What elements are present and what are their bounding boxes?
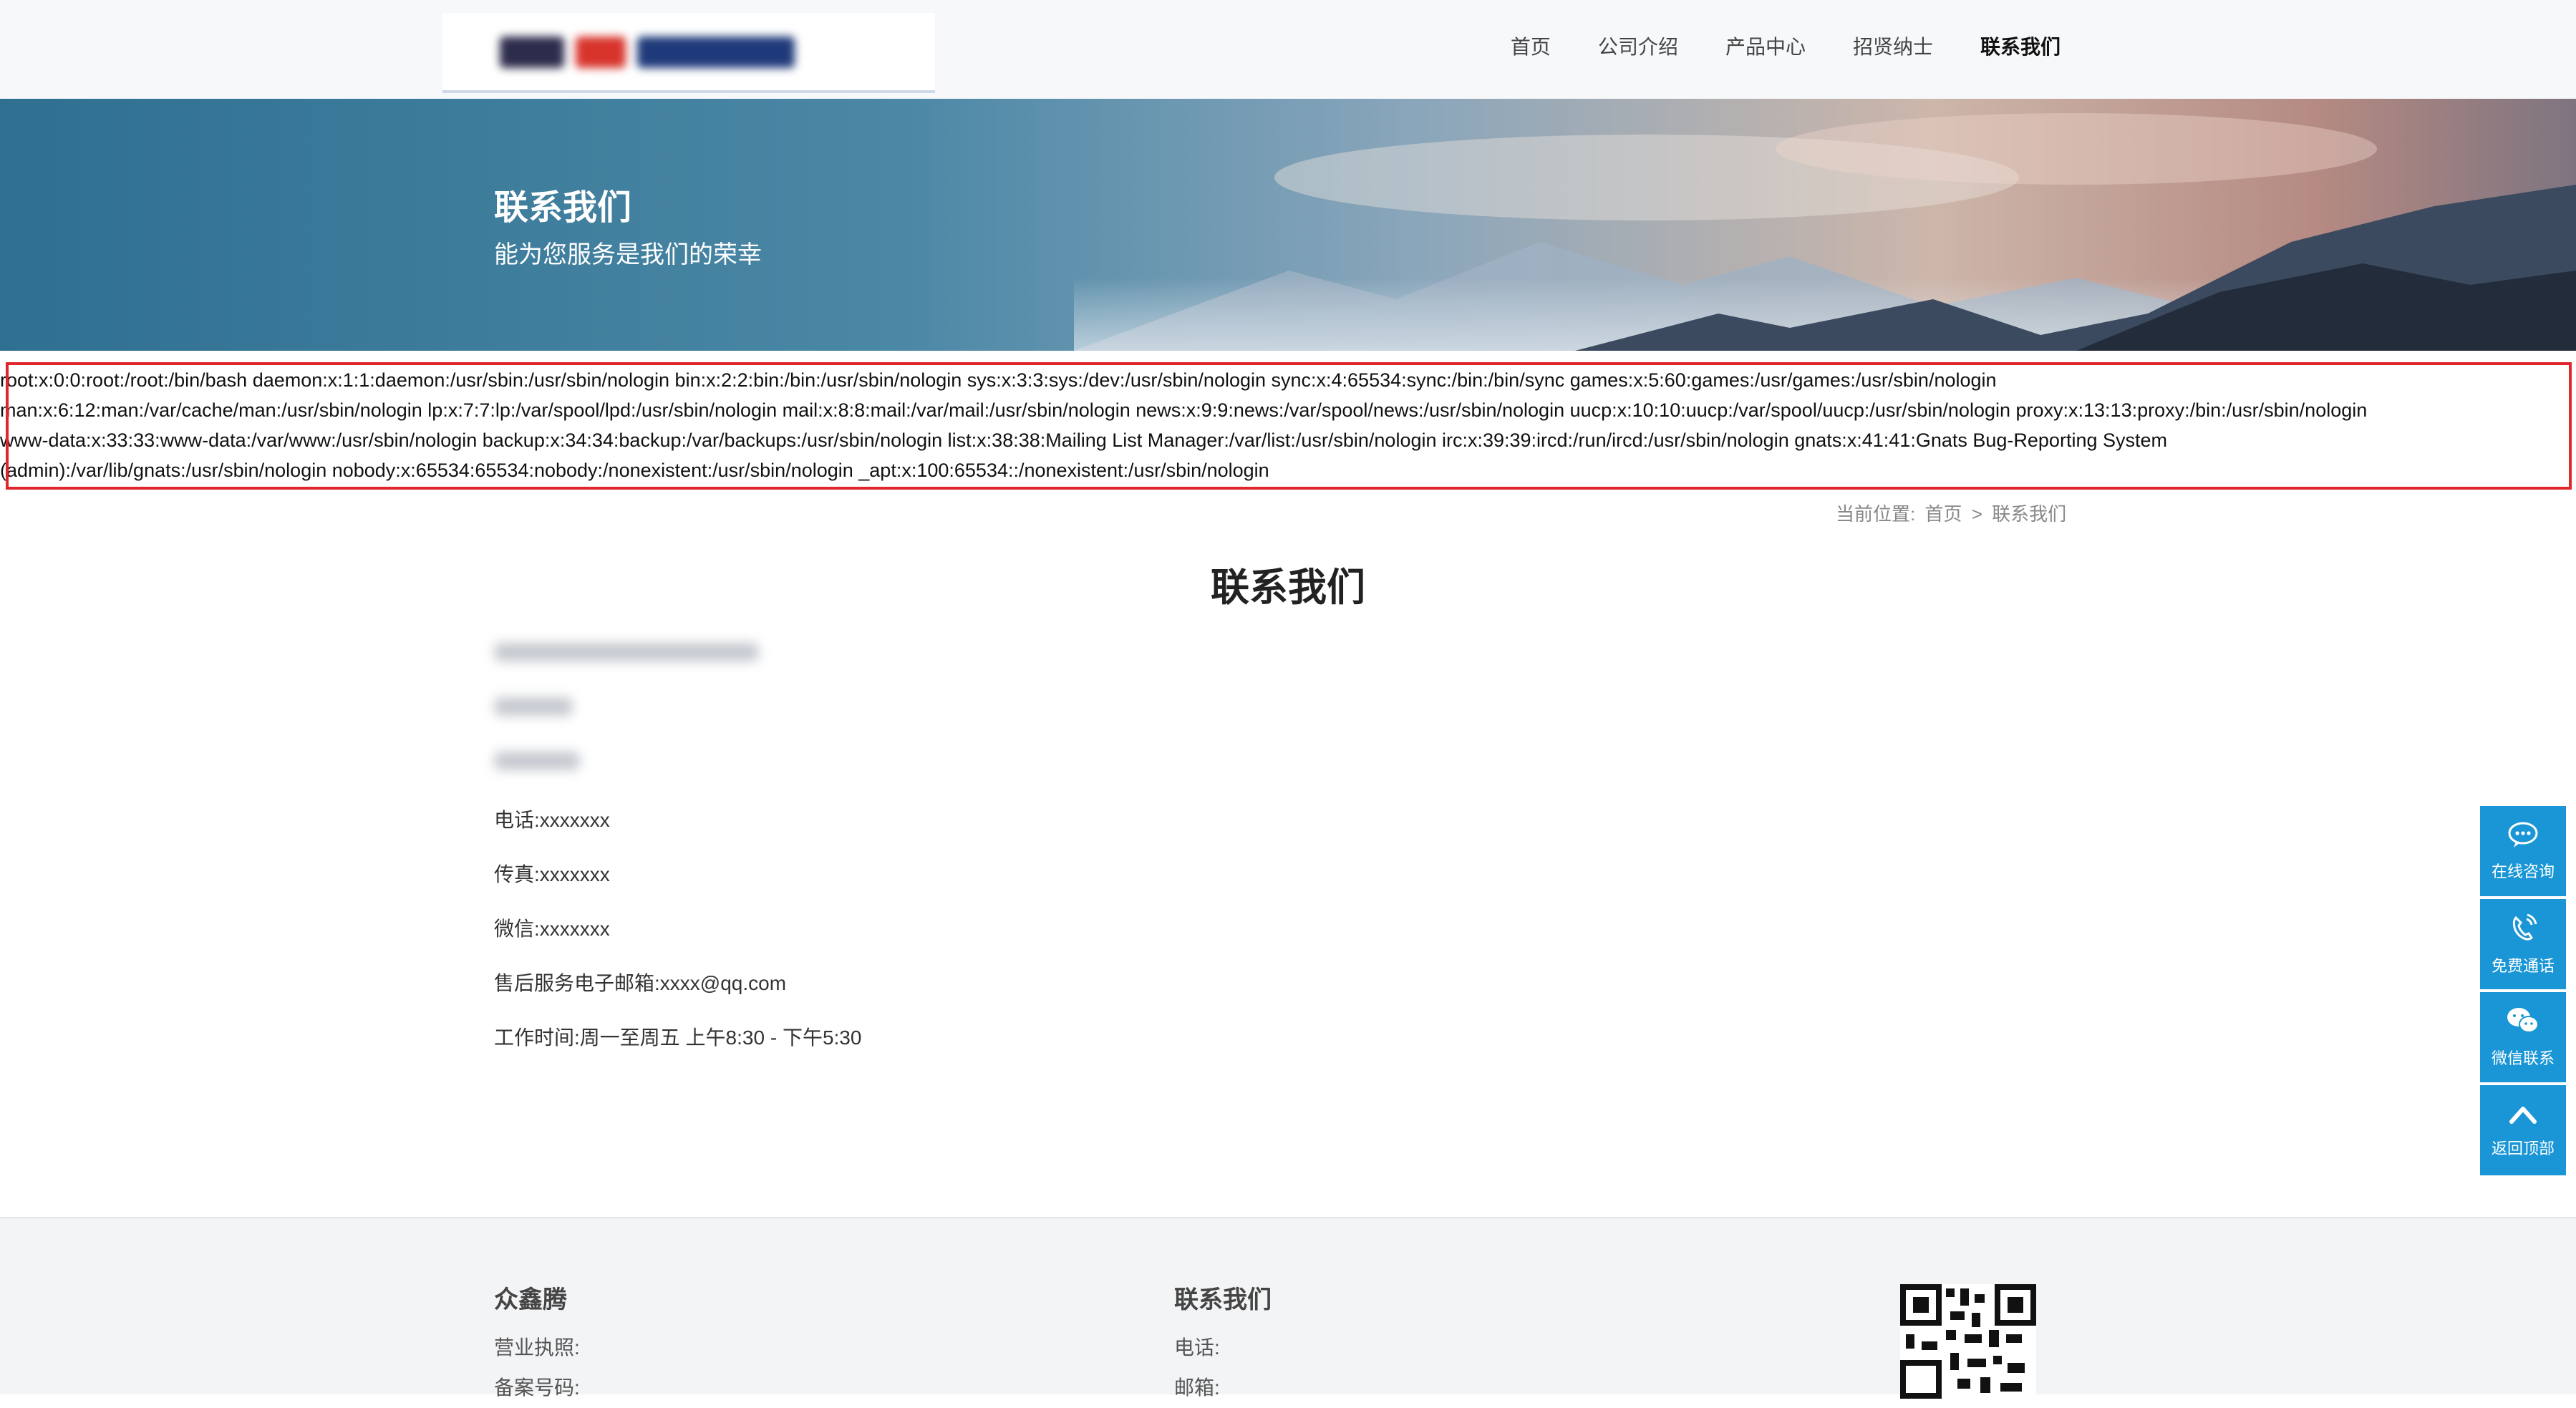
hours-label: 工作时间: [494, 1026, 580, 1049]
hours-value: 周一至周五 上午8:30 - 下午5:30 [579, 1026, 862, 1049]
breadcrumb-prefix: 当前位置: [1836, 503, 1916, 525]
floating-contact-bar: 在线咨询 免费通话 微信联系 返回顶部 [2480, 806, 2566, 1178]
footer-license: 营业执照: [494, 1336, 580, 1359]
footer-phone: 电话: [1174, 1336, 1220, 1359]
breadcrumb: 当前位置: 首页 > 联系我们 [1836, 500, 2071, 526]
nav-item-contact[interactable]: 联系我们 [1980, 31, 2061, 60]
banner-title: 联系我们 [494, 189, 632, 227]
footer-company: 众鑫腾 营业执照: 备案号码: [494, 1280, 580, 1408]
nav-item-about[interactable]: 公司介绍 [1598, 31, 1678, 60]
fax-label: 传真: [494, 863, 540, 885]
footer-record: 备案号码: [494, 1377, 580, 1399]
free-call-label: 免费通话 [2491, 957, 2555, 975]
nav-item-home[interactable]: 首页 [1511, 31, 1551, 60]
qr-code-image [1900, 1284, 2036, 1399]
footer-contact-title: 联系我们 [1174, 1286, 1272, 1314]
page-title: 联系我们 [1211, 566, 1365, 609]
online-consult-button[interactable]: 在线咨询 [2480, 806, 2566, 896]
free-call-button[interactable]: 免费通话 [2480, 899, 2566, 989]
hero-banner: 联系我们 能为您服务是我们的荣幸 [0, 99, 2576, 351]
blurred-mobile [494, 752, 580, 770]
wechat-contact-label: 微信联系 [2491, 1049, 2555, 1067]
logo-image [500, 31, 815, 73]
wechat-label: 微信: [494, 918, 540, 940]
footer-contact: 联系我们 电话: 邮箱: [1174, 1280, 1272, 1408]
wechat-icon [2506, 1006, 2540, 1043]
chevron-up-icon [2507, 1102, 2539, 1133]
back-to-top-button[interactable]: 返回顶部 [2480, 1085, 2566, 1175]
chat-bubble-icon [2507, 820, 2539, 856]
site-logo[interactable] [442, 13, 935, 93]
wechat-row: 微信:xxxxxxx [494, 913, 610, 942]
fax-row: 传真:xxxxxxx [494, 859, 610, 888]
blurred-company-name [494, 643, 759, 661]
online-consult-label: 在线咨询 [2491, 863, 2555, 880]
wechat-contact-button[interactable]: 微信联系 [2480, 992, 2566, 1082]
nav-item-products[interactable]: 产品中心 [1725, 31, 1806, 60]
site-header: 首页 公司介绍 产品中心 招贤纳士 联系我们 [0, 0, 2576, 99]
email-label: 售后服务电子邮箱: [494, 972, 660, 994]
footer-company-title: 众鑫腾 [494, 1286, 567, 1314]
fax-value: xxxxxxx [539, 863, 610, 885]
back-to-top-label: 返回顶部 [2491, 1140, 2555, 1157]
blurred-contact [494, 697, 573, 716]
hours-row: 工作时间:周一至周五 上午8:30 - 下午5:30 [494, 1022, 861, 1051]
main-nav: 首页 公司介绍 产品中心 招贤纳士 联系我们 [1511, 31, 2061, 60]
breadcrumb-current: 联系我们 [1992, 503, 2067, 525]
highlight-box [6, 362, 2572, 490]
site-footer: 众鑫腾 营业执照: 备案号码: 联系我们 电话: 邮箱: [0, 1217, 2576, 1399]
email-value: xxxx@qq.com [659, 972, 787, 994]
phone-icon [2507, 912, 2539, 951]
breadcrumb-separator: > [1971, 503, 1982, 525]
email-row: 售后服务电子邮箱:xxxx@qq.com [494, 968, 786, 996]
footer-email: 邮箱: [1174, 1377, 1220, 1399]
breadcrumb-home-link[interactable]: 首页 [1924, 503, 1962, 525]
phone-value: xxxxxxx [539, 809, 610, 831]
wechat-value: xxxxxxx [539, 918, 610, 940]
banner-subtitle: 能为您服务是我们的荣幸 [494, 241, 762, 268]
nav-item-careers[interactable]: 招贤纳士 [1853, 31, 1933, 60]
mountain-landscape-image [0, 99, 2576, 351]
phone-label: 电话: [494, 809, 540, 831]
phone-row: 电话:xxxxxxx [494, 805, 610, 833]
